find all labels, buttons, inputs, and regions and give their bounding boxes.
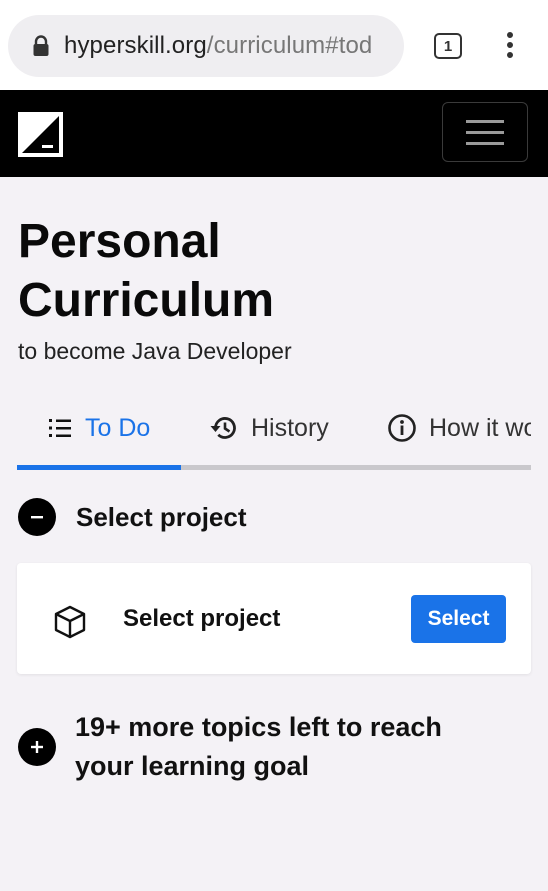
tab-how-it-works-label: How it wo [429, 413, 531, 442]
minus-circle-icon [18, 498, 56, 536]
more-topics-item[interactable]: 19+ more topics left to reach your learn… [18, 708, 495, 786]
site-header [0, 90, 548, 177]
page-title-line1: Personal [18, 215, 221, 268]
menu-toggle-button[interactable] [442, 102, 528, 162]
section-title: Select project [76, 501, 247, 532]
tab-history[interactable]: History [209, 404, 329, 452]
history-icon [210, 417, 236, 439]
tab-switcher-button[interactable]: 1 [434, 33, 462, 59]
more-topics-text: 19+ more topics left to reach your learn… [75, 712, 442, 781]
curriculum-tabs: To Do History How it wo [17, 404, 531, 472]
cube-icon [54, 605, 86, 639]
url-path: /curriculum#tod [206, 32, 373, 59]
tab-active-indicator [17, 465, 181, 470]
info-icon [388, 414, 416, 442]
more-vert-icon[interactable] [505, 32, 515, 60]
plus-circle-icon [18, 728, 56, 766]
section-header-select-project[interactable]: Select project [18, 498, 247, 536]
page-title: Personal Curriculum [18, 212, 274, 330]
hamburger-icon-bar [466, 141, 504, 145]
tab-how-it-works[interactable]: How it wo [387, 404, 531, 452]
tab-todo-label: To Do [85, 413, 151, 442]
lock-icon [33, 35, 49, 56]
url-text: hyperskill.org/curriculum#tod [64, 32, 372, 60]
card-title: Select project [123, 605, 281, 632]
hyperskill-logo[interactable] [18, 112, 63, 157]
address-bar[interactable]: hyperskill.org/curriculum#tod [8, 15, 404, 77]
list-icon [49, 419, 71, 437]
tab-indicator-track [17, 465, 531, 470]
page-subtitle: to become Java Developer [18, 338, 292, 364]
hamburger-icon [466, 119, 504, 123]
select-project-button[interactable]: Select [411, 595, 506, 643]
tab-todo[interactable]: To Do [47, 404, 150, 452]
url-host: hyperskill.org [64, 32, 207, 59]
tab-count: 1 [443, 37, 453, 55]
hamburger-icon-bar [466, 130, 504, 134]
page-title-line2: Curriculum [18, 274, 275, 327]
select-project-card: Select project Select [17, 563, 531, 674]
tab-history-label: History [251, 413, 329, 442]
browser-toolbar: hyperskill.org/curriculum#tod 1 [0, 0, 548, 90]
